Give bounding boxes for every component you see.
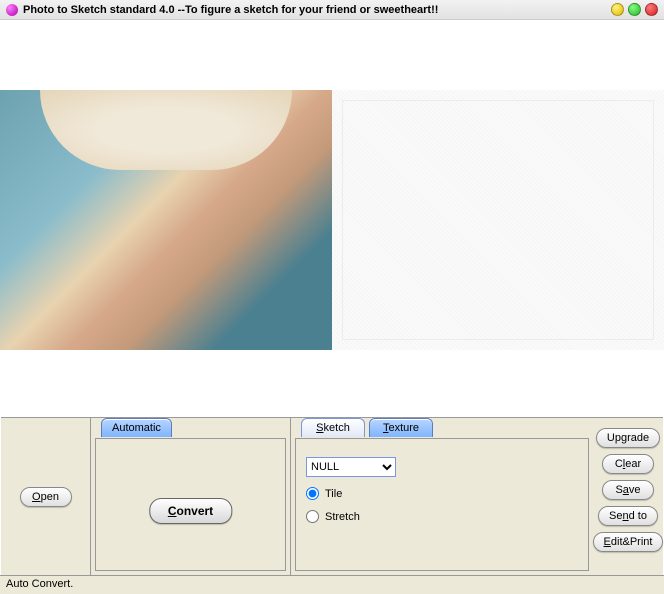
- options-column: Sketch Texture NULL Tile Stretch: [291, 418, 593, 575]
- title-bar: Photo to Sketch standard 4.0 --To figure…: [0, 0, 664, 20]
- stretch-radio[interactable]: [306, 510, 319, 523]
- open-button[interactable]: Open: [20, 487, 72, 507]
- action-column: Upgrade Clear Save Send to Edit&Print: [593, 418, 663, 575]
- mode-tab-body: Convert: [95, 438, 286, 571]
- stretch-label[interactable]: Stretch: [325, 511, 360, 523]
- control-panel: Open Automatic Convert Sketch Texture NU…: [1, 417, 663, 575]
- mode-tabs: Automatic: [101, 417, 172, 436]
- tile-radio[interactable]: [306, 487, 319, 500]
- open-label: pen: [41, 491, 59, 503]
- tab-automatic[interactable]: Automatic: [101, 418, 172, 437]
- editprint-button[interactable]: Edit&Print: [593, 532, 664, 552]
- tab-sketch[interactable]: Sketch: [301, 418, 365, 437]
- texture-panel: NULL Tile Stretch: [295, 438, 589, 571]
- convert-label: onvert: [176, 504, 213, 518]
- original-photo: [0, 90, 332, 350]
- window-controls: [611, 3, 658, 16]
- tile-label[interactable]: Tile: [325, 488, 342, 500]
- maximize-icon[interactable]: [628, 3, 641, 16]
- mode-column: Automatic Convert: [91, 418, 291, 575]
- open-column: Open: [1, 418, 91, 575]
- status-bar: Auto Convert.: [0, 575, 664, 594]
- sendto-button[interactable]: Send to: [598, 506, 658, 526]
- sketch-photo: [332, 90, 664, 350]
- save-button[interactable]: Save: [602, 480, 654, 500]
- texture-select[interactable]: NULL: [306, 457, 396, 477]
- convert-button[interactable]: Convert: [149, 498, 232, 524]
- preview-area: [0, 20, 664, 417]
- option-tabs: Sketch Texture: [301, 417, 433, 436]
- close-icon[interactable]: [645, 3, 658, 16]
- upgrade-button[interactable]: Upgrade: [596, 428, 660, 448]
- clear-button[interactable]: Clear: [602, 454, 654, 474]
- tab-texture[interactable]: Texture: [369, 418, 433, 437]
- window-title: Photo to Sketch standard 4.0 --To figure…: [23, 4, 611, 16]
- minimize-icon[interactable]: [611, 3, 624, 16]
- app-icon: [6, 4, 18, 16]
